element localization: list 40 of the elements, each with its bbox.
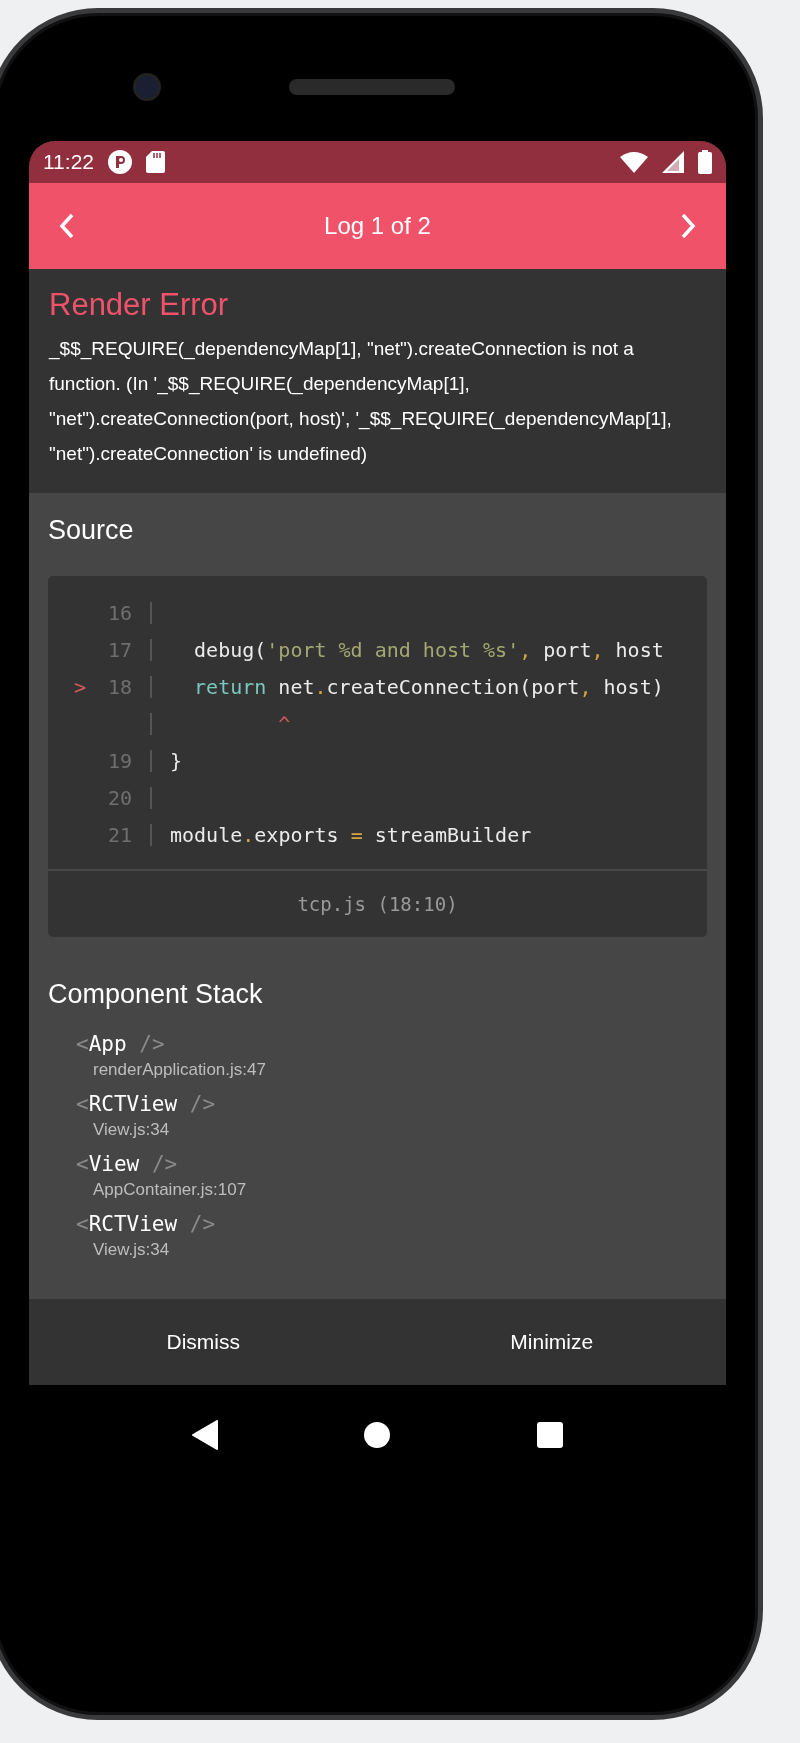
- line-number: 17: [107, 637, 132, 662]
- line-number: 18: [107, 674, 132, 699]
- component-location: View.js:34: [93, 1240, 170, 1260]
- wifi-icon: [620, 151, 648, 173]
- component-name: <App />: [76, 1032, 165, 1056]
- line-number: 21: [107, 822, 132, 847]
- component-name: <View />: [76, 1152, 178, 1176]
- section-heading: Component Stack: [48, 979, 264, 1010]
- error-title: Render Error: [49, 287, 230, 323]
- signal-icon: [662, 151, 684, 173]
- code-line: }: [170, 748, 183, 773]
- minimize-button[interactable]: Minimize: [377, 1299, 726, 1385]
- component-name: <RCTView />: [76, 1092, 216, 1116]
- code-line: ^: [277, 711, 291, 736]
- sd-card-icon: [146, 151, 165, 173]
- battery-icon: [698, 150, 712, 174]
- back-icon[interactable]: [192, 1420, 219, 1450]
- current-line-marker: >: [73, 674, 86, 699]
- chevron-right-icon: [680, 213, 696, 239]
- line-number: 16: [107, 600, 132, 625]
- home-icon[interactable]: [364, 1422, 391, 1448]
- dismiss-button[interactable]: Dismiss: [29, 1299, 378, 1385]
- component-location: AppContainer.js:107: [93, 1180, 247, 1200]
- code-line: return net.createConnection(port, host): [193, 674, 664, 699]
- status-time: 11:22: [43, 150, 94, 174]
- recents-icon[interactable]: [536, 1422, 563, 1448]
- component-location: View.js:34: [93, 1120, 170, 1140]
- error-message: _$$_REQUIRE(_dependencyMap[1], "net").createConnection is not a function. (In '_$$_REQUIRE(_dependencyMap[1], "net").createConnection(port, host)', '_$$_REQUIRE(_dependencyMap[1], "net").createConnection' is undefined): [49, 337, 673, 466]
- log-title: Log 1 of 2: [324, 212, 431, 240]
- file-location: tcp.js (18:10): [297, 893, 458, 915]
- camera-lens: [133, 73, 161, 101]
- chevron-left-icon: [59, 213, 75, 239]
- section-heading: Source: [48, 515, 135, 546]
- notification-icon: [108, 150, 132, 174]
- line-number: 20: [107, 785, 132, 810]
- code-line: module.exports = streamBuilder: [170, 822, 532, 847]
- line-number: 19: [107, 748, 132, 773]
- component-location: renderApplication.js:47: [93, 1060, 266, 1080]
- component-name: <RCTView />: [76, 1212, 216, 1236]
- code-line: debug('port %d and host %s', port, host: [193, 637, 664, 662]
